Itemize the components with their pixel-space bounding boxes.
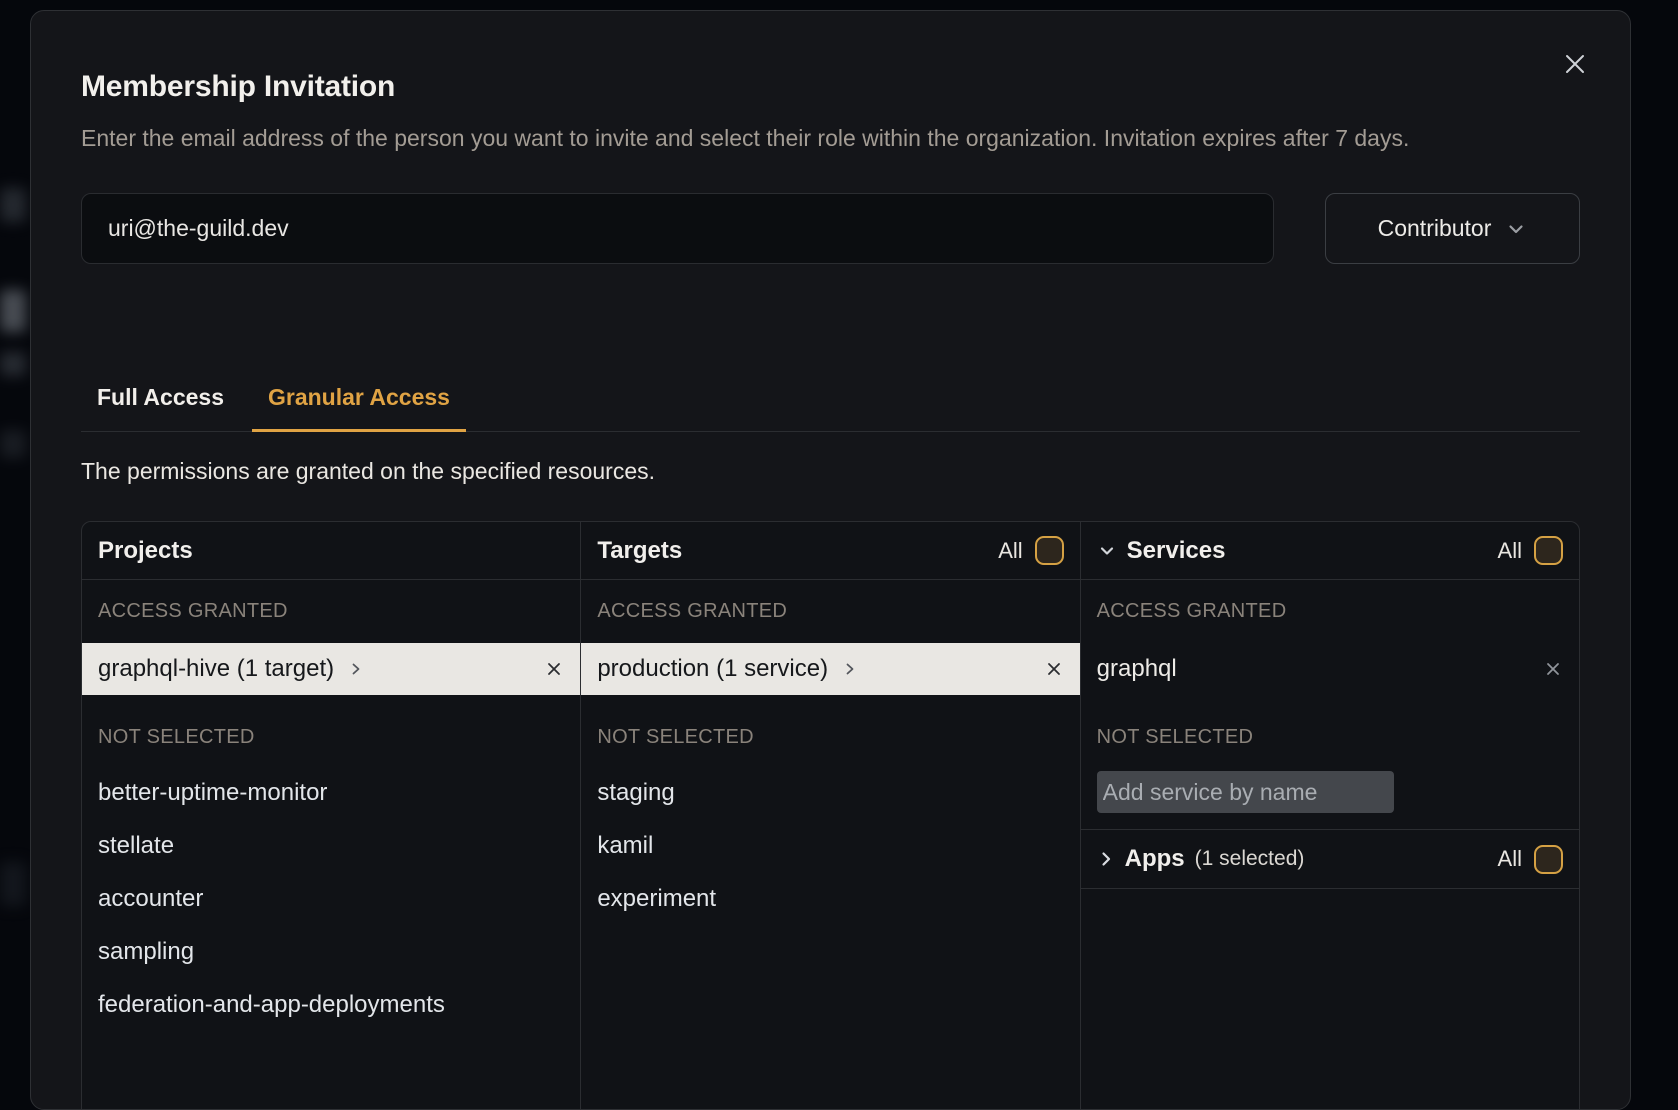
dialog-description: Enter the email address of the person yo…	[81, 119, 1490, 157]
apps-all-label: All	[1498, 846, 1522, 872]
not-selected-label: NOT SELECTED	[98, 726, 564, 749]
projects-column: Projects ACCESS GRANTED graphql-hive (1 …	[82, 522, 581, 1110]
apps-title: Apps	[1125, 845, 1185, 873]
project-item[interactable]: stellate	[82, 819, 580, 872]
apps-row[interactable]: Apps (1 selected) All	[1081, 830, 1579, 889]
close-icon	[1562, 51, 1588, 77]
project-item[interactable]: federation-and-app-deployments	[82, 978, 580, 1031]
projects-column-header: Projects	[82, 522, 580, 580]
tab-granular-access[interactable]: Granular Access	[252, 378, 466, 432]
access-granted-label: ACCESS GRANTED	[98, 600, 564, 623]
chevron-right-icon	[842, 661, 858, 677]
services-column: Services All ACCESS GRANTED graphql NOT	[1081, 522, 1579, 1110]
apps-all-wrap: All	[1498, 845, 1563, 874]
targets-all-wrap: All	[998, 536, 1063, 565]
remove-target-button[interactable]	[1044, 659, 1064, 679]
target-item[interactable]: kamil	[581, 819, 1079, 872]
role-select-value: Contributor	[1378, 215, 1492, 242]
selected-project-name: graphql-hive (1 target)	[98, 655, 334, 683]
services-column-header[interactable]: Services All	[1081, 522, 1579, 580]
remove-icon	[1044, 659, 1064, 679]
projects-column-title: Projects	[98, 537, 193, 565]
backdrop-blur-fragment	[0, 352, 26, 376]
access-granted-label: ACCESS GRANTED	[597, 600, 1063, 623]
permissions-note: The permissions are granted on the speci…	[81, 458, 1580, 485]
granted-service-row[interactable]: graphql	[1081, 643, 1579, 695]
targets-all-label: All	[998, 538, 1022, 564]
backdrop-blur-fragment	[0, 188, 26, 222]
apps-selected-count: (1 selected)	[1195, 847, 1305, 871]
remove-icon	[544, 659, 564, 679]
project-item[interactable]: accounter	[82, 872, 580, 925]
dialog-title: Membership Invitation	[81, 69, 1580, 105]
services-all-checkbox[interactable]	[1534, 536, 1563, 565]
tab-full-access[interactable]: Full Access	[81, 378, 240, 432]
chevron-down-icon	[1097, 541, 1117, 561]
role-select[interactable]: Contributor	[1325, 193, 1580, 264]
not-selected-label: NOT SELECTED	[597, 726, 1063, 749]
targets-column: Targets All ACCESS GRANTED production (1…	[581, 522, 1080, 1110]
project-item[interactable]: better-uptime-monitor	[82, 766, 580, 819]
membership-invitation-dialog: Membership Invitation Enter the email ad…	[30, 10, 1631, 1110]
project-item[interactable]: sampling	[82, 925, 580, 978]
apps-all-checkbox[interactable]	[1534, 845, 1563, 874]
email-input[interactable]	[81, 193, 1274, 264]
targets-column-header: Targets All	[581, 522, 1079, 580]
services-all-label: All	[1498, 538, 1522, 564]
services-column-title: Services	[1127, 537, 1226, 565]
chevron-down-icon	[1505, 218, 1527, 240]
add-service-input[interactable]	[1097, 771, 1394, 813]
selected-target-row[interactable]: production (1 service)	[581, 643, 1079, 695]
targets-column-title: Targets	[597, 537, 682, 565]
chevron-right-icon	[1097, 850, 1115, 868]
remove-icon	[1543, 659, 1563, 679]
invite-row: Contributor	[81, 193, 1580, 264]
selected-project-row[interactable]: graphql-hive (1 target)	[82, 643, 580, 695]
access-granted-label: ACCESS GRANTED	[1097, 600, 1563, 623]
not-selected-label: NOT SELECTED	[1097, 726, 1563, 749]
backdrop-blur-fragment	[0, 290, 26, 332]
selected-target-name: production (1 service)	[597, 655, 828, 683]
backdrop-blur-fragment	[0, 862, 26, 906]
backdrop-blur-fragment	[0, 430, 26, 458]
remove-service-button[interactable]	[1543, 659, 1563, 679]
access-tabs: Full Access Granular Access	[81, 378, 1580, 432]
target-item[interactable]: experiment	[581, 872, 1079, 925]
services-section: ACCESS GRANTED graphql NOT SELECTED	[1081, 580, 1579, 830]
remove-project-button[interactable]	[544, 659, 564, 679]
resources-grid: Projects ACCESS GRANTED graphql-hive (1 …	[81, 521, 1580, 1110]
services-all-wrap: All	[1498, 536, 1563, 565]
target-item[interactable]: staging	[581, 766, 1079, 819]
targets-all-checkbox[interactable]	[1035, 536, 1064, 565]
close-button[interactable]	[1560, 49, 1590, 79]
granted-service-name: graphql	[1097, 655, 1177, 683]
chevron-right-icon	[348, 661, 364, 677]
